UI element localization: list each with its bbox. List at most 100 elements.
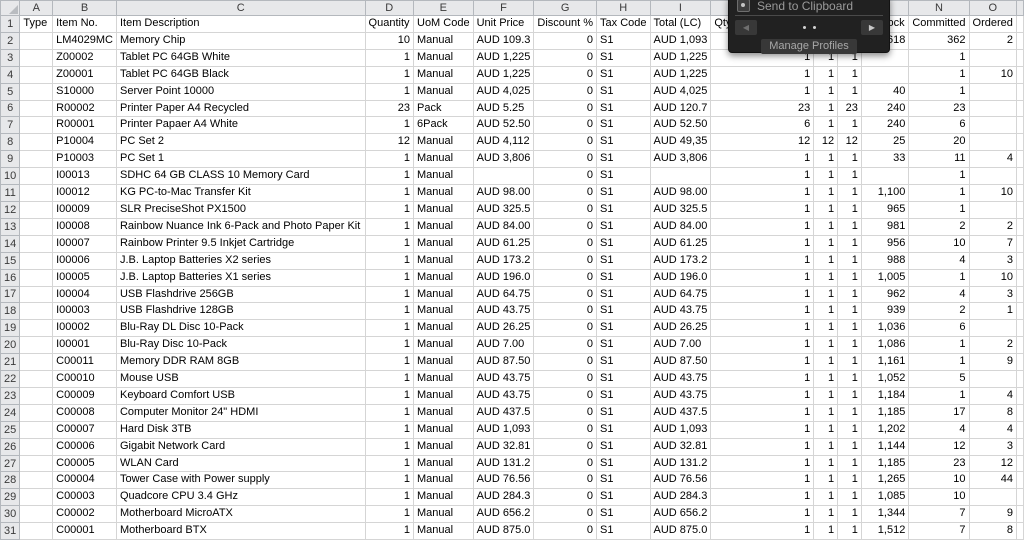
cell-I2[interactable]: AUD 1,093 <box>649 31 712 50</box>
cell-B15[interactable]: I00006 <box>52 251 117 270</box>
cell-L6[interactable]: 23 <box>837 99 862 118</box>
cell-O20[interactable]: 2 <box>968 336 1017 355</box>
cell-D26[interactable]: 1 <box>364 437 415 456</box>
cell-E10[interactable]: Manual <box>413 167 474 186</box>
cell-D25[interactable]: 1 <box>364 420 415 439</box>
cell-I4[interactable]: AUD 1,225 <box>649 65 712 84</box>
cell-H28[interactable]: S1 <box>596 471 651 490</box>
cell-L25[interactable]: 1 <box>837 420 862 439</box>
cell-H8[interactable]: S1 <box>596 133 651 152</box>
cell-C18[interactable]: USB Flashdrive 128GB <box>115 302 366 321</box>
cell-D20[interactable]: 1 <box>364 336 415 355</box>
cell-L31[interactable]: 1 <box>837 522 862 540</box>
row-header-16[interactable]: 16 <box>0 268 21 287</box>
cell-B31[interactable]: C00001 <box>52 522 117 540</box>
cell-M10[interactable] <box>860 167 910 186</box>
cell-A14[interactable] <box>19 234 54 253</box>
cell-G3[interactable]: 0 <box>533 48 598 67</box>
cell-C13[interactable]: Rainbow Nuance Ink 6-Pack and Photo Pape… <box>115 217 366 236</box>
cell-K31[interactable]: 1 <box>813 522 839 540</box>
row-header-8[interactable]: 8 <box>0 133 21 152</box>
cell-L28[interactable]: 1 <box>837 471 862 490</box>
cell-I21[interactable]: AUD 87.50 <box>649 353 712 372</box>
cell-E16[interactable]: Manual <box>413 268 474 287</box>
cell-B25[interactable]: C00007 <box>52 420 117 439</box>
cell-C16[interactable]: J.B. Laptop Batteries X1 series <box>115 268 366 287</box>
cell-K9[interactable]: 1 <box>813 150 839 169</box>
cell-M26[interactable]: 1,144 <box>860 437 910 456</box>
row-header-4[interactable]: 4 <box>0 65 21 84</box>
cell-M17[interactable]: 962 <box>860 285 910 304</box>
cell-J30[interactable]: 1 <box>710 505 815 524</box>
cell-B3[interactable]: Z00002 <box>52 48 117 67</box>
cell-H13[interactable]: S1 <box>596 217 651 236</box>
cell-K6[interactable]: 1 <box>813 99 839 118</box>
cell-A24[interactable] <box>19 403 54 422</box>
cell-A30[interactable] <box>19 505 54 524</box>
cell-D19[interactable]: 1 <box>364 319 415 338</box>
cell-O23[interactable]: 4 <box>968 386 1017 405</box>
cell-I13[interactable]: AUD 84.00 <box>649 217 712 236</box>
cell-C17[interactable]: USB Flashdrive 256GB <box>115 285 366 304</box>
cell-N23[interactable]: 1 <box>908 386 970 405</box>
cell-K23[interactable]: 1 <box>813 386 839 405</box>
row-header-22[interactable]: 22 <box>0 370 21 388</box>
cell-B28[interactable]: C00004 <box>52 471 117 490</box>
cell-D8[interactable]: 12 <box>364 133 415 152</box>
cell-M24[interactable]: 1,185 <box>860 403 910 422</box>
cell-N7[interactable]: 6 <box>908 116 970 135</box>
cell-M21[interactable]: 1,161 <box>860 353 910 372</box>
cell-G25[interactable]: 0 <box>533 420 598 439</box>
cell-H30[interactable]: S1 <box>596 505 651 524</box>
col-header-G[interactable]: G <box>533 0 598 16</box>
cell-E12[interactable]: Manual <box>413 200 474 219</box>
cell-H3[interactable]: S1 <box>596 48 651 67</box>
cell-G7[interactable]: 0 <box>533 116 598 135</box>
cell-A25[interactable] <box>19 420 54 439</box>
cell-N30[interactable]: 7 <box>908 505 970 524</box>
cell-L27[interactable]: 1 <box>837 454 862 473</box>
send-to-clipboard-item[interactable]: Send to Clipboard <box>729 0 889 14</box>
cell-H23[interactable]: S1 <box>596 386 651 405</box>
cell-F8[interactable]: AUD 4,112 <box>472 133 535 152</box>
cell-M14[interactable]: 956 <box>860 234 910 253</box>
row-header-28[interactable]: 28 <box>0 471 21 490</box>
cell-I25[interactable]: AUD 1,093 <box>649 420 712 439</box>
cell-I7[interactable]: AUD 52.50 <box>649 116 712 135</box>
row-header-13[interactable]: 13 <box>0 217 21 236</box>
row-header-30[interactable]: 30 <box>0 505 21 524</box>
cell-K21[interactable]: 1 <box>813 353 839 372</box>
cell-O22[interactable] <box>968 370 1017 388</box>
cell-E27[interactable]: Manual <box>413 454 474 473</box>
cell-E14[interactable]: Manual <box>413 234 474 253</box>
cell-B14[interactable]: I00007 <box>52 234 117 253</box>
cell-N19[interactable]: 6 <box>908 319 970 338</box>
cell-E13[interactable]: Manual <box>413 217 474 236</box>
cell-D15[interactable]: 1 <box>364 251 415 270</box>
row-header-15[interactable]: 15 <box>0 251 21 270</box>
cell-G26[interactable]: 0 <box>533 437 598 456</box>
cell-K7[interactable]: 1 <box>813 116 839 135</box>
cell-G6[interactable]: 0 <box>533 99 598 118</box>
row-header-1[interactable]: 1 <box>0 15 21 33</box>
cell-H25[interactable]: S1 <box>596 420 651 439</box>
cell-A28[interactable] <box>19 471 54 490</box>
cell-D28[interactable]: 1 <box>364 471 415 490</box>
cell-N15[interactable]: 4 <box>908 251 970 270</box>
cell-N22[interactable]: 5 <box>908 370 970 388</box>
cell-C20[interactable]: Blu-Ray Disc 10-Pack <box>115 336 366 355</box>
row-header-12[interactable]: 12 <box>0 200 21 219</box>
row-header-27[interactable]: 27 <box>0 454 21 473</box>
cell-F20[interactable]: AUD 7.00 <box>472 336 535 355</box>
cell-B12[interactable]: I00009 <box>52 200 117 219</box>
cell-J31[interactable]: 1 <box>710 522 815 540</box>
cell-C24[interactable]: Computer Monitor 24" HDMI <box>115 403 366 422</box>
cell-G8[interactable]: 0 <box>533 133 598 152</box>
cell-L15[interactable]: 1 <box>837 251 862 270</box>
cell-G9[interactable]: 0 <box>533 150 598 169</box>
cell-B17[interactable]: I00004 <box>52 285 117 304</box>
cell-J14[interactable]: 1 <box>710 234 815 253</box>
col-header-D[interactable]: D <box>364 0 415 16</box>
col-header-I[interactable]: I <box>649 0 712 16</box>
cell-K15[interactable]: 1 <box>813 251 839 270</box>
